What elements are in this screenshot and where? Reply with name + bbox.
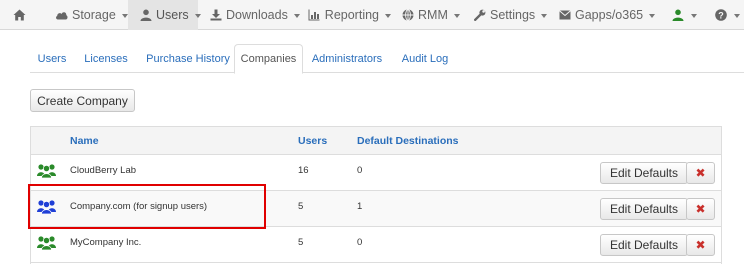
envelope-icon: [558, 9, 571, 22]
account-menu[interactable]: [668, 0, 700, 30]
tab-administrators[interactable]: Administrators: [307, 44, 387, 73]
nav-reporting-label: Reporting: [324, 8, 379, 22]
home-icon: [13, 9, 26, 22]
nav-downloads-label: Downloads: [226, 8, 288, 22]
edit-defaults-button[interactable]: Edit Defaults: [600, 234, 688, 256]
destinations-count: 0: [357, 236, 363, 248]
users-group-icon: [37, 236, 56, 250]
column-header-name[interactable]: Name: [70, 127, 99, 155]
tab-companies[interactable]: Companies: [234, 44, 303, 74]
chevron-down-icon: [733, 13, 740, 18]
nav-reporting[interactable]: Reporting: [296, 0, 391, 30]
user-icon: [140, 9, 152, 22]
chevron-down-icon: [690, 13, 697, 18]
nav-rmm[interactable]: RMM: [391, 0, 463, 30]
close-icon: ✖: [695, 238, 706, 252]
chevron-down-icon: [453, 13, 460, 18]
chevron-down-icon: [649, 13, 656, 18]
cloud-icon: [55, 9, 68, 22]
tab-audit-log[interactable]: Audit Log: [395, 44, 455, 73]
home-link[interactable]: [8, 0, 34, 30]
users-count: 5: [298, 236, 304, 248]
users-count: 5: [298, 200, 304, 212]
nav-gapps[interactable]: Gapps/o365: [548, 0, 658, 30]
tab-licenses[interactable]: Licenses: [78, 44, 134, 73]
close-icon: ✖: [695, 202, 706, 216]
company-name[interactable]: CloudBerry Lab: [70, 152, 136, 188]
chevron-down-icon: [121, 13, 128, 18]
question-icon: ?: [715, 9, 728, 22]
wrench-icon: [473, 9, 486, 22]
delete-company-button[interactable]: ✖: [686, 198, 715, 220]
delete-company-button[interactable]: ✖: [686, 162, 715, 184]
nav-users-label: Users: [156, 8, 189, 22]
users-tabs: Users Licenses Purchase History Companie…: [30, 44, 744, 74]
nav-settings-label: Settings: [490, 8, 536, 22]
create-company-button[interactable]: Create Company: [30, 89, 135, 112]
tab-purchase-history[interactable]: Purchase History: [138, 44, 238, 73]
destinations-count: 0: [357, 164, 363, 176]
download-icon: [210, 9, 222, 22]
bar-chart-icon: [308, 9, 321, 22]
globe-icon: [401, 9, 414, 22]
nav-storage[interactable]: Storage: [43, 0, 128, 30]
edit-defaults-button[interactable]: Edit Defaults: [600, 162, 688, 184]
users-count: 16: [298, 164, 309, 176]
highlight-box: [28, 184, 266, 229]
chevron-down-icon: [541, 13, 548, 18]
tab-users[interactable]: Users: [30, 44, 74, 73]
table-header: Name Users Default Destinations: [31, 127, 721, 155]
destinations-count: 1: [357, 200, 363, 212]
nav-gapps-label: Gapps/o365: [575, 8, 644, 22]
nav-settings[interactable]: Settings: [463, 0, 548, 30]
nav-users[interactable]: Users: [128, 0, 201, 30]
user-green-icon: [672, 9, 685, 22]
top-navbar: Storage Users Downloads Reporting RMM Se…: [0, 0, 744, 30]
delete-company-button[interactable]: ✖: [686, 234, 715, 256]
svg-text:?: ?: [718, 10, 724, 20]
company-name[interactable]: MyCompany Inc.: [70, 224, 141, 260]
edit-defaults-button[interactable]: Edit Defaults: [600, 198, 688, 220]
nav-rmm-label: RMM: [418, 8, 448, 22]
close-icon: ✖: [695, 166, 706, 180]
nav-storage-label: Storage: [72, 8, 116, 22]
nav-downloads[interactable]: Downloads: [198, 0, 300, 30]
table-row: MyCompany Inc. 5 0 Edit Defaults ✖: [31, 227, 721, 263]
column-header-destinations[interactable]: Default Destinations: [357, 127, 459, 155]
column-header-users[interactable]: Users: [298, 127, 327, 155]
users-group-icon: [37, 164, 56, 178]
help-menu[interactable]: ?: [712, 0, 742, 30]
